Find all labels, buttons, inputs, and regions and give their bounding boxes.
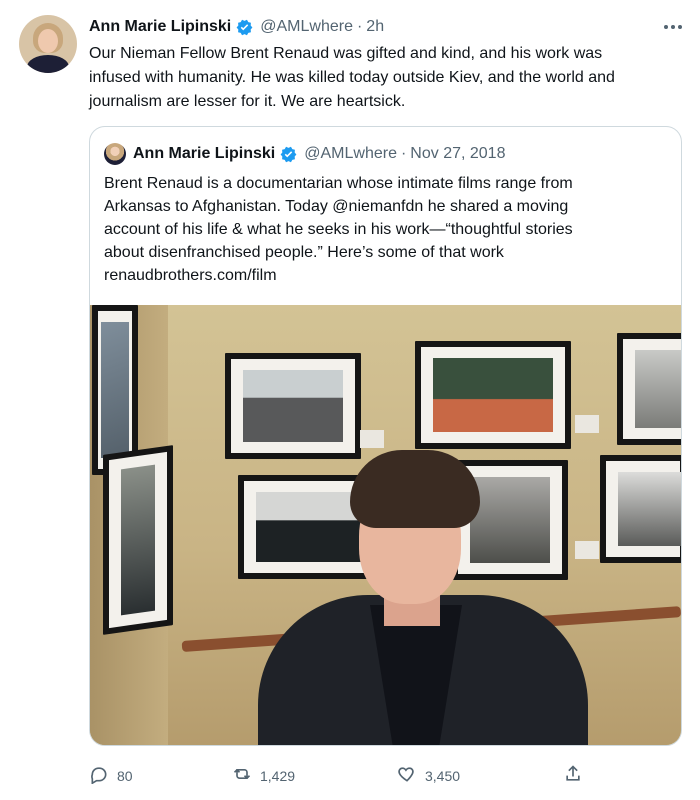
author-handle[interactable]: @AMLwhere [260, 18, 353, 36]
author-name[interactable]: Ann Marie Lipinski [89, 18, 231, 36]
photo-person [258, 450, 588, 745]
tweet-text-line: journalism are lesser for it. We are hea… [89, 93, 406, 110]
photo-frame [600, 455, 681, 563]
tweet-card: Ann Marie Lipinski @AMLwhere · 2h Our Ni… [0, 0, 700, 800]
quoted-tweet[interactable]: Ann Marie Lipinski @AMLwhere · Nov 27, 2… [89, 126, 682, 746]
like-icon [397, 764, 417, 787]
tweet-time[interactable]: 2h [366, 18, 384, 36]
share-icon [563, 764, 583, 787]
more-options-icon[interactable] [660, 18, 686, 36]
photo-frame [415, 341, 571, 449]
quoted-date[interactable]: Nov 27, 2018 [410, 145, 505, 163]
tweet-text-line: Our Nieman Fellow Brent Renaud was gifte… [89, 45, 603, 62]
retweet-count: 1,429 [260, 767, 296, 784]
tweet-text-line: infused with humanity. He was killed tod… [89, 69, 615, 86]
quoted-text-line: account of his life & what he seeks in h… [104, 221, 573, 238]
photo-frame [103, 445, 173, 635]
quoted-text-line: about disenfranchised people.” Here’s so… [104, 244, 504, 261]
photo-frame [617, 333, 681, 445]
quoted-author-name[interactable]: Ann Marie Lipinski [133, 145, 275, 163]
reply-button[interactable]: 80 [89, 764, 133, 787]
quoted-link[interactable]: renaudbrothers.com/film [104, 264, 664, 287]
photo-caption-card [575, 415, 599, 433]
verified-badge-icon [235, 18, 254, 37]
like-count: 3,450 [425, 767, 461, 784]
avatar-body [27, 55, 69, 73]
tweet-header: Ann Marie Lipinski @AMLwhere · 2h [89, 16, 384, 38]
tweet-photo[interactable] [90, 305, 681, 745]
like-button[interactable]: 3,450 [397, 764, 460, 787]
person-hair [350, 450, 480, 528]
verified-badge-icon [279, 145, 298, 164]
quoted-tweet-text: Brent Renaud is a documentarian whose in… [104, 172, 664, 287]
author-avatar[interactable] [19, 15, 77, 73]
photo-caption-card [360, 430, 384, 448]
quoted-text-line: Arkansas to Afghanistan. Today @niemanfd… [104, 198, 569, 215]
photo-frame [92, 305, 138, 475]
tweet-actions: 80 1,429 3,450 [89, 764, 649, 788]
quoted-author-avatar[interactable] [104, 143, 126, 165]
tweet-text: Our Nieman Fellow Brent Renaud was gifte… [89, 42, 689, 114]
quoted-text-line: Brent Renaud is a documentarian whose in… [104, 175, 573, 192]
share-button[interactable] [563, 764, 583, 787]
separator-dot: · [356, 18, 363, 35]
retweet-icon [232, 764, 252, 787]
separator-dot: · [400, 145, 407, 162]
avatar-face [38, 29, 58, 53]
reply-count: 80 [117, 767, 133, 784]
photo-frame [225, 353, 361, 459]
quoted-header: Ann Marie Lipinski @AMLwhere · Nov 27, 2… [104, 142, 505, 166]
quoted-author-handle[interactable]: @AMLwhere [304, 145, 397, 163]
retweet-button[interactable]: 1,429 [232, 764, 295, 787]
reply-icon [89, 764, 109, 787]
